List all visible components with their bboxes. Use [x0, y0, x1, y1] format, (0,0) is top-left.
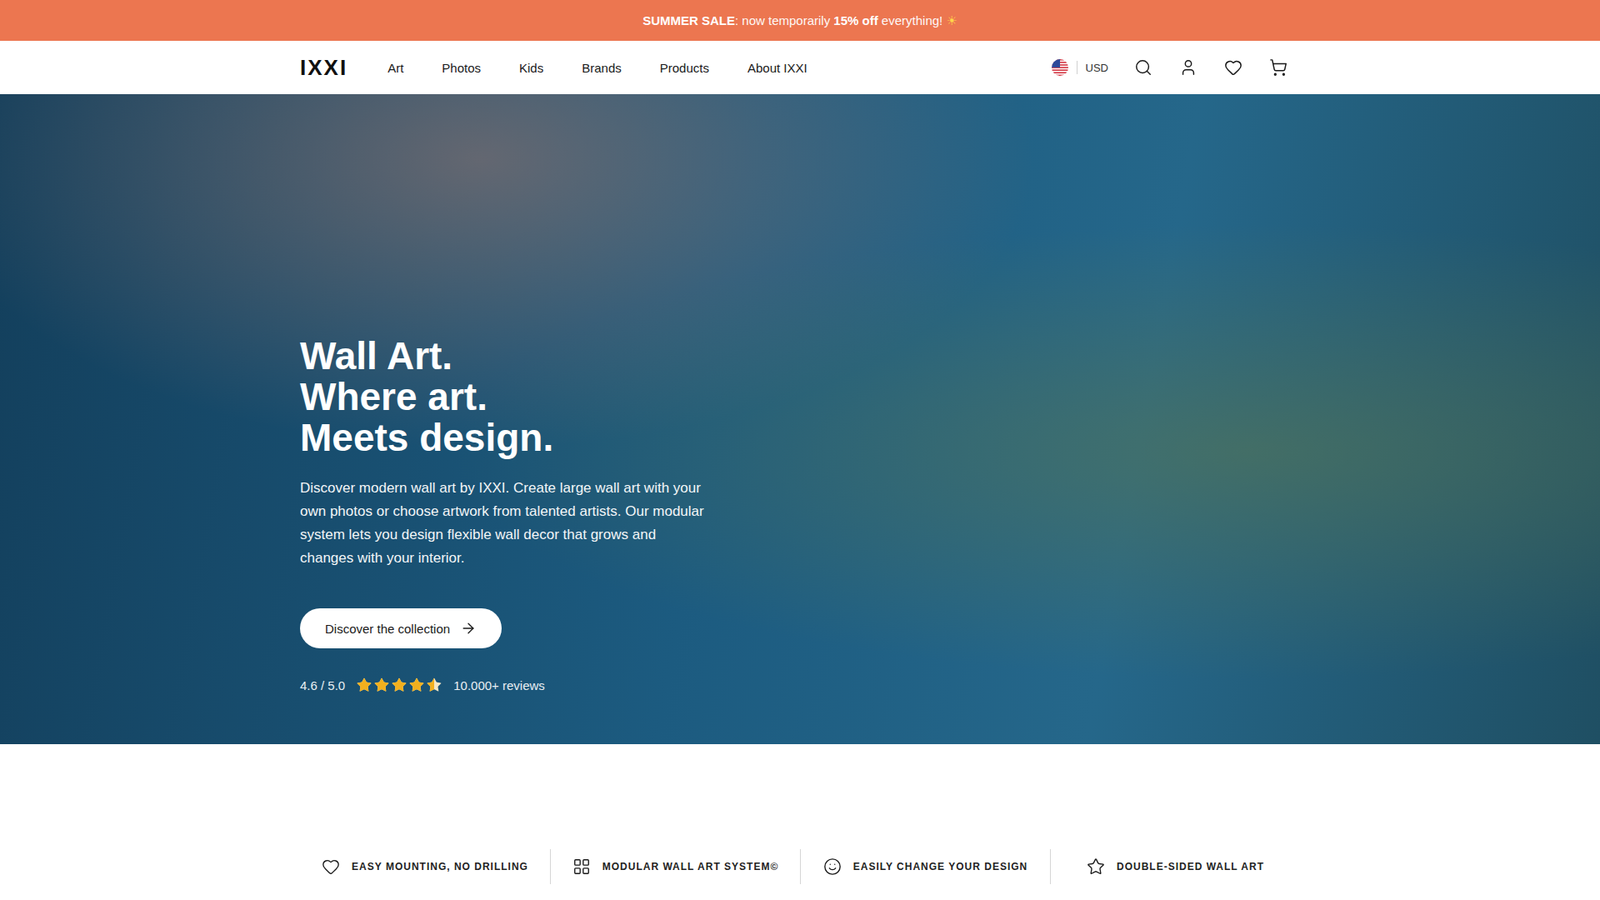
nav-link[interactable]: Products	[660, 60, 710, 75]
smile-icon	[823, 857, 842, 876]
star-fill	[390, 676, 408, 694]
rating-star	[425, 676, 443, 694]
page: SUMMER SALE: now temporarily 15% off eve…	[0, 0, 1600, 900]
hero: Wall Art.Where art.Meets design. Discover…	[0, 94, 1600, 745]
main-nav: Art Photos Kids Brands Products About IXXI	[387, 60, 808, 75]
us-flag-icon	[1051, 59, 1069, 76]
promo-text: SUMMER SALE	[642, 13, 735, 28]
header: IXXI Art Photos Kids Brands Products About IXX…	[0, 40, 1600, 95]
star-icon	[425, 676, 435, 694]
nav-link[interactable]: Art	[387, 60, 404, 75]
promo-text: ☀	[945, 13, 957, 29]
logo[interactable]: IXXI	[300, 55, 348, 81]
rating-star	[373, 676, 390, 694]
hero-title-line: Where art.	[300, 376, 554, 418]
currency-label: USD	[1085, 61, 1109, 75]
rating: 4.6 / 5.0 10.000+ reviews	[300, 676, 545, 694]
star-fill	[373, 676, 390, 694]
grid-icon	[572, 857, 591, 876]
promo-bar[interactable]: SUMMER SALE: now temporarily 15% off eve…	[0, 0, 1600, 41]
rating-star	[355, 676, 373, 694]
star-fill	[408, 676, 425, 694]
hero-title-line: Wall Art.	[300, 335, 554, 377]
rating-score: 4.6 / 5.0	[300, 678, 345, 693]
discover-button-label: Discover the collection	[325, 621, 450, 636]
cart-button[interactable]	[1268, 57, 1289, 78]
promo-text: 15% off	[833, 13, 878, 28]
nav-link[interactable]: About IXXI	[747, 60, 808, 75]
hero-title-line: Meets design.	[300, 417, 554, 459]
nav-link[interactable]: Brands	[581, 60, 622, 75]
hero-content: Wall Art.Where art.Meets design. Discover…	[300, 94, 1300, 745]
feature-item: DOUBLE-SIDED WALL ART	[1050, 849, 1300, 885]
hero-description: Discover modern wall art by IXXI. Create…	[300, 476, 709, 570]
promo-text: everything!	[878, 13, 947, 28]
feature-item: EASILY CHANGE YOUR DESIGN	[800, 849, 1050, 885]
star-icon	[373, 676, 390, 694]
search-button[interactable]	[1133, 57, 1154, 78]
feature-list: EASY MOUNTING, NO DRILLING MODULAR WALL A…	[300, 849, 1300, 885]
feature-item: EASY MOUNTING, NO DRILLING	[300, 849, 550, 885]
rating-star	[390, 676, 408, 694]
rating-reviews[interactable]: 10.000+ reviews	[453, 678, 545, 693]
features: EASY MOUNTING, NO DRILLING MODULAR WALL A…	[0, 744, 1600, 885]
promo-text: : now temporarily	[735, 13, 834, 28]
rating-stars	[355, 676, 443, 694]
nav-link[interactable]: Photos	[441, 60, 481, 75]
star-icon	[355, 676, 373, 694]
feature-label: EASILY CHANGE YOUR DESIGN	[853, 860, 1029, 873]
heart-icon	[1224, 58, 1243, 77]
feature-label: DOUBLE-SIDED WALL ART	[1116, 860, 1265, 873]
arrow-right-icon	[460, 620, 477, 637]
account-button[interactable]	[1178, 57, 1199, 78]
header-tools: USD	[1051, 57, 1300, 78]
hero-title: Wall Art.Where art.Meets design.	[300, 335, 554, 459]
header-container: IXXI Art Photos Kids Brands Products About IXX…	[300, 40, 1300, 95]
currency-selector[interactable]: USD	[1051, 59, 1109, 76]
feature-label: MODULAR WALL ART SYSTEM©	[602, 860, 780, 873]
rating-star	[408, 676, 425, 694]
user-icon	[1179, 58, 1198, 77]
feature-item: MODULAR WALL ART SYSTEM©	[550, 849, 800, 885]
search-icon	[1134, 58, 1153, 77]
feature-label: EASY MOUNTING, NO DRILLING	[351, 860, 529, 873]
nav-link[interactable]: Kids	[519, 60, 544, 75]
wishlist-button[interactable]	[1223, 57, 1244, 78]
star-fill	[355, 676, 373, 694]
discover-button[interactable]: Discover the collection	[300, 608, 502, 649]
cart-icon	[1269, 58, 1288, 77]
star-icon	[1086, 857, 1105, 876]
currency-divider	[1076, 60, 1078, 75]
heart-icon	[321, 857, 340, 876]
star-icon	[390, 676, 408, 694]
star-empty-icon	[425, 676, 443, 694]
star-fill	[425, 676, 435, 694]
star-icon	[408, 676, 425, 694]
